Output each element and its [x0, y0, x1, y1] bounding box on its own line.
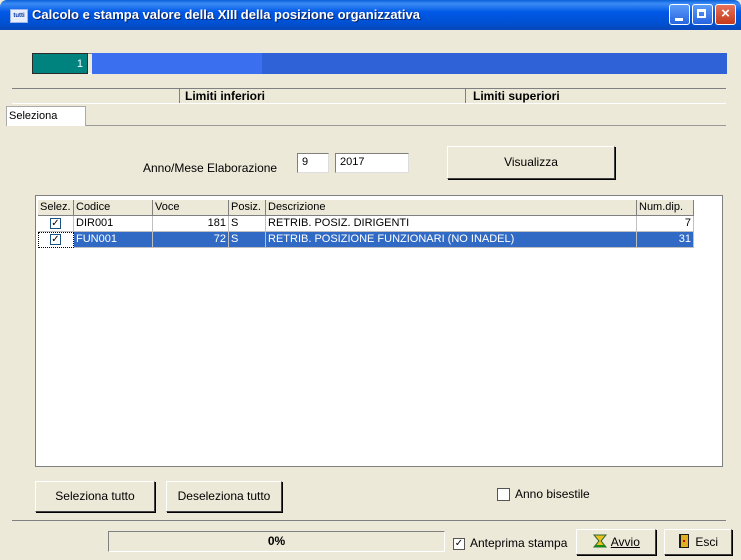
column-header-voce[interactable]: Voce — [153, 200, 229, 216]
esci-button[interactable]: Esci — [664, 529, 732, 555]
year-input[interactable]: 2017 — [335, 153, 409, 173]
tab-seleziona-label: Seleziona — [9, 110, 58, 122]
divider — [12, 520, 726, 521]
limiti-superiori-label: Limiti superiori — [473, 89, 560, 103]
tab-divider — [86, 125, 726, 126]
divider — [179, 88, 180, 103]
table-row-select-cell[interactable]: ✓ — [38, 232, 74, 248]
posiz-cell[interactable]: S — [229, 232, 266, 248]
progress-bar-fill — [92, 53, 262, 74]
column-header-selez[interactable]: Selez. — [38, 200, 74, 216]
maximize-button[interactable] — [692, 4, 713, 25]
voce-cell[interactable]: 72 — [153, 232, 229, 248]
column-header-descrizione[interactable]: Descrizione — [266, 200, 637, 216]
anteprima-stampa-checkbox[interactable]: ✓ — [453, 538, 465, 550]
row-checkbox[interactable]: ✓ — [50, 234, 61, 245]
column-header-num-dip[interactable]: Num.dip. — [637, 200, 694, 216]
app-icon: tutti — [10, 9, 28, 23]
descrizione-cell[interactable]: RETRIB. POSIZIONE FUNZIONARI (NO INADEL) — [266, 232, 637, 248]
esci-label: Esci — [695, 535, 718, 549]
close-button[interactable]: × — [715, 4, 736, 25]
visualizza-button[interactable]: Visualizza — [447, 146, 615, 179]
codice-cell[interactable]: DIR001 — [74, 216, 153, 232]
door-exit-icon — [678, 534, 689, 548]
record-counter: 1 — [32, 53, 88, 74]
anteprima-stampa-label: Anteprima stampa — [470, 536, 568, 550]
avvio-button[interactable]: Avvio — [576, 529, 656, 555]
limiti-inferiori-label: Limiti inferiori — [185, 89, 266, 103]
row-checkbox[interactable]: ✓ — [50, 218, 61, 229]
minimize-button[interactable] — [669, 4, 690, 25]
codice-cell[interactable]: FUN001 — [74, 232, 153, 248]
limits-header — [12, 88, 726, 104]
posiz-cell[interactable]: S — [229, 216, 266, 232]
num-dip-cell[interactable]: 31 — [637, 232, 694, 248]
column-header-posiz[interactable]: Posiz. — [229, 200, 266, 216]
num-dip-cell[interactable]: 7 — [637, 216, 694, 232]
month-input[interactable]: 9 — [297, 153, 329, 173]
anno-mese-label: Anno/Mese Elaborazione — [143, 161, 278, 175]
anno-bisestile-checkbox[interactable] — [497, 488, 510, 501]
voce-cell[interactable]: 181 — [153, 216, 229, 232]
progress-percent: 0% — [108, 531, 445, 552]
deseleziona-tutto-button[interactable]: Deseleziona tutto — [166, 481, 282, 512]
window-title: Calcolo e stampa valore della XIII della… — [32, 7, 420, 22]
divider — [465, 88, 466, 103]
table-row-select-cell[interactable]: ✓ — [38, 216, 74, 232]
column-header-codice[interactable]: Codice — [74, 200, 153, 216]
anno-bisestile-label: Anno bisestile — [515, 487, 590, 501]
avvio-label: Avvio — [610, 535, 640, 549]
hourglass-icon — [593, 534, 608, 548]
descrizione-cell[interactable]: RETRIB. POSIZ. DIRIGENTI — [266, 216, 637, 232]
seleziona-tutto-button[interactable]: Seleziona tutto — [35, 481, 155, 512]
